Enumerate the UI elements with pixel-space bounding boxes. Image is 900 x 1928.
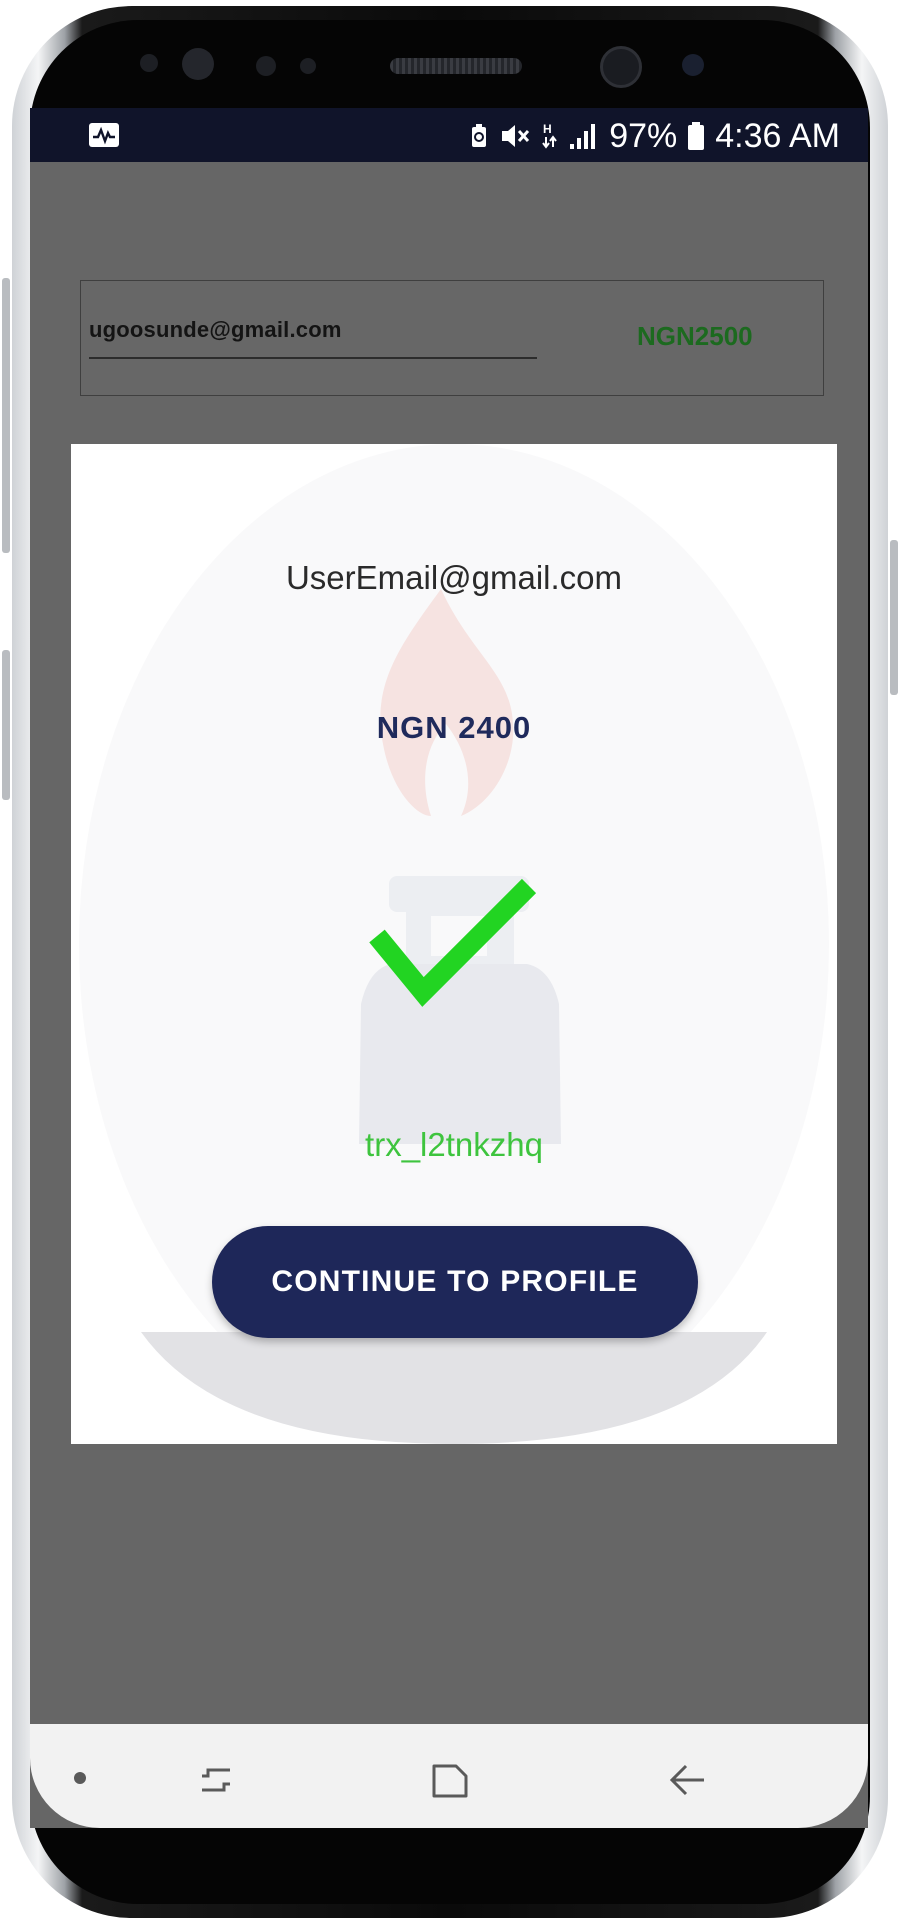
mute-icon xyxy=(502,125,530,147)
led-sensor xyxy=(300,58,316,74)
volume-button xyxy=(2,278,10,553)
iris-sensor xyxy=(182,48,214,80)
recent-apps-icon[interactable] xyxy=(194,1758,238,1802)
dot-icon xyxy=(74,1772,86,1784)
dialog-email: UserEmail@gmail.com xyxy=(285,559,623,596)
power-button xyxy=(890,540,898,695)
continue-to-profile-button[interactable]: CONTINUE TO PROFILE xyxy=(212,1226,698,1338)
battery-saver-icon xyxy=(472,124,487,147)
network-h-icon: H xyxy=(542,122,557,149)
payment-success-dialog: UserEmail@gmail.com NGN 2400 trx_l2tnkzh… xyxy=(71,444,837,1444)
earpiece-speaker xyxy=(390,58,522,74)
proximity-sensor xyxy=(140,54,158,72)
email-field: ugoosunde@gmail.com xyxy=(89,317,537,359)
checkmark-icon xyxy=(369,878,537,1007)
front-camera xyxy=(600,46,642,88)
clock: 4:36 AM xyxy=(715,116,840,155)
dialog-amount: NGN 2400 xyxy=(376,710,532,745)
iris-camera xyxy=(682,54,704,76)
light-sensor xyxy=(256,56,276,76)
navigation-bar xyxy=(30,1724,868,1828)
home-icon[interactable] xyxy=(428,1758,472,1802)
signal-icon xyxy=(570,124,596,149)
battery-icon xyxy=(688,122,705,150)
transaction-reference: trx_l2tnkzhq xyxy=(365,1126,543,1163)
status-icons: H 97% 4:36 AM xyxy=(469,116,840,156)
back-icon[interactable] xyxy=(664,1758,708,1802)
bixby-button xyxy=(2,650,10,800)
battery-percent: 97% xyxy=(609,116,678,155)
activity-icon xyxy=(89,123,119,147)
svg-text:H: H xyxy=(543,122,552,136)
screen: H 97% 4:36 AM ugoosunde@gmail.com NGN250… xyxy=(30,108,868,1828)
amount-label: NGN2500 xyxy=(637,321,753,351)
status-bar: H 97% 4:36 AM xyxy=(30,108,868,162)
checkout-summary-card: ugoosunde@gmail.com NGN2500 xyxy=(80,280,824,396)
